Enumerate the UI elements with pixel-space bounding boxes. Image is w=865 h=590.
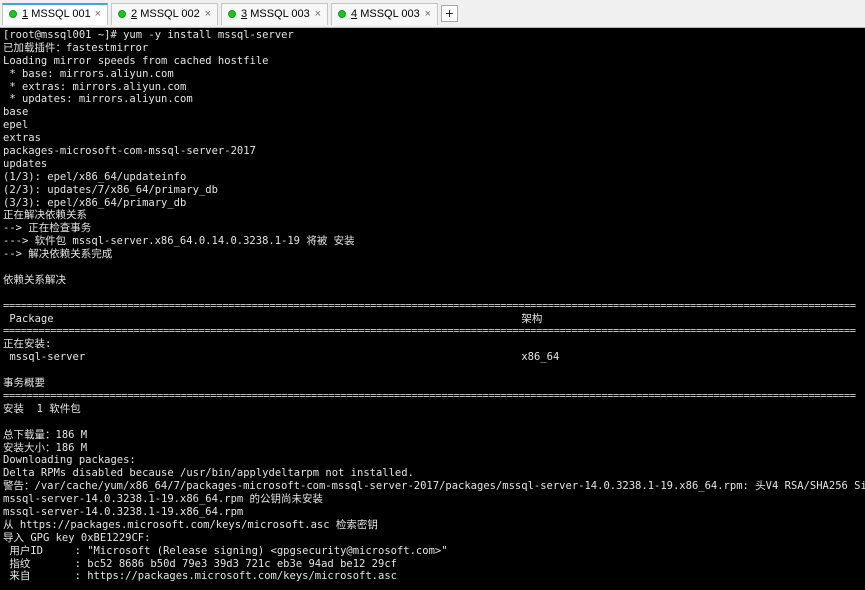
terminal-line: Delta RPMs disabled because /usr/bin/app…: [3, 467, 414, 480]
terminal-line: (2/3): updates/7/x86_64/primary_db: [3, 183, 218, 196]
tab-name: MSSQL 001: [31, 8, 91, 20]
terminal-line: ---> 软件包 mssql-server.x86_64.0.14.0.3238…: [3, 235, 355, 248]
terminal-line: (3/3): epel/x86_64/primary_db: [3, 196, 187, 209]
connected-status-icon: [228, 10, 236, 18]
tab-label: 2 MSSQL 002: [131, 4, 200, 24]
terminal-line: --> 正在检查事务: [3, 222, 92, 235]
terminal-line: 指纹 : bc52 8686 b50d 79e3 39d3 721c eb3e …: [3, 557, 397, 570]
close-icon[interactable]: ×: [315, 4, 321, 24]
terminal-line: mssql-server-14.0.3238.1-19.x86_64.rpm: [3, 505, 244, 518]
add-tab-button[interactable]: +: [441, 5, 458, 22]
terminal-line: packages-microsoft-com-mssql-server-2017: [3, 145, 256, 158]
tab-mssql-002[interactable]: 2 MSSQL 002 ×: [111, 3, 218, 25]
terminal-line: 安装大小：186 M: [3, 441, 88, 454]
connected-status-icon: [118, 10, 126, 18]
terminal-line: 依赖关系解决: [3, 273, 66, 286]
terminal-line: * base: mirrors.aliyun.com: [3, 67, 174, 80]
tab-label: 1 MSSQL 001: [22, 5, 91, 24]
close-icon[interactable]: ×: [95, 5, 101, 24]
separator-line: ========================================…: [3, 389, 856, 402]
tab-index: 2: [131, 8, 138, 20]
terminal-line: mssql-server-14.0.3238.1-19.x86_64.rpm 的…: [3, 493, 324, 506]
terminal-line: Loading mirror speeds from cached hostfi…: [3, 54, 269, 67]
separator-line: ========================================…: [3, 325, 856, 338]
terminal-line: 导入 GPG key 0xBE1229CF:: [3, 531, 151, 544]
separator-line: ========================================…: [3, 299, 856, 312]
tab-index: 4: [351, 8, 358, 20]
terminal-line: 已加载插件：fastestmirror: [3, 41, 149, 54]
close-icon[interactable]: ×: [425, 4, 431, 24]
connected-status-icon: [338, 10, 346, 18]
session-tab-bar: 1 MSSQL 001 × 2 MSSQL 002 × 3 MSSQL 003 …: [0, 0, 865, 28]
tab-mssql-003-second[interactable]: 4 MSSQL 003 ×: [331, 3, 438, 25]
tab-mssql-003[interactable]: 3 MSSQL 003 ×: [221, 3, 328, 25]
terminal-line: Downloading packages:: [3, 454, 136, 467]
terminal-line: Package 架构: [3, 312, 543, 325]
terminal-line: [root@mssql001 ~]# yum -y install mssql-…: [3, 29, 294, 41]
tab-label: 4 MSSQL 003: [351, 4, 420, 24]
terminal-line: mssql-server x86_64: [3, 351, 560, 364]
tab-name: MSSQL 003: [250, 8, 310, 20]
terminal-line: extras: [3, 132, 41, 145]
tab-label: 3 MSSQL 003: [241, 4, 310, 24]
terminal-line: 警告：/var/cache/yum/x86_64/7/packages-micr…: [3, 480, 865, 493]
terminal-line: 从 https://packages.microsoft.com/keys/mi…: [3, 518, 378, 531]
close-icon[interactable]: ×: [205, 4, 211, 24]
terminal-line: * extras: mirrors.aliyun.com: [3, 80, 187, 93]
terminal-line: --> 解决依赖关系完成: [3, 248, 113, 261]
terminal-line: 正在安装:: [3, 338, 52, 351]
tab-name: MSSQL 002: [140, 8, 200, 20]
terminal-output[interactable]: [root@mssql001 ~]# yum -y install mssql-…: [3, 29, 865, 590]
terminal-line: base: [3, 106, 29, 119]
terminal-line: updates: [3, 157, 48, 170]
terminal-line: * updates: mirrors.aliyun.com: [3, 93, 193, 106]
terminal-line: 事务概要: [3, 377, 45, 390]
terminal-line: 总下载量：186 M: [3, 428, 88, 441]
connected-status-icon: [9, 10, 17, 18]
terminal-line: epel: [3, 119, 29, 132]
terminal-line: 正在解决依赖关系: [3, 209, 87, 222]
tab-index: 1: [22, 8, 29, 20]
tab-name: MSSQL 003: [360, 8, 420, 20]
terminal-line: 安装 1 软件包: [3, 402, 81, 415]
terminal-line: 来自 : https://packages.microsoft.com/keys…: [3, 570, 397, 583]
terminal-line: 用户ID : "Microsoft (Release signing) <gpg…: [3, 544, 448, 557]
tab-index: 3: [241, 8, 248, 20]
tab-mssql-001[interactable]: 1 MSSQL 001 ×: [2, 3, 108, 25]
terminal-line: (1/3): epel/x86_64/updateinfo: [3, 170, 187, 183]
